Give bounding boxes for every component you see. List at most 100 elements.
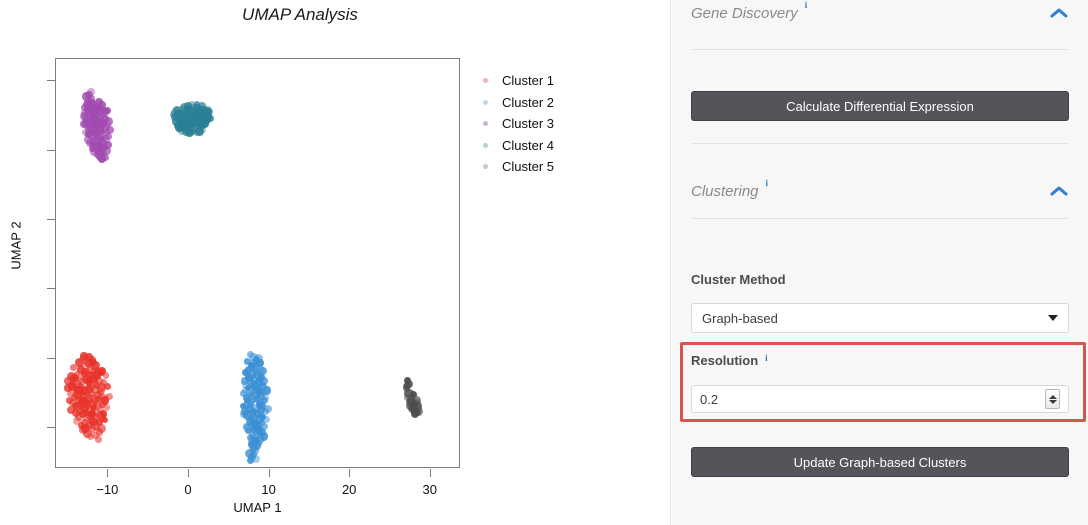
- scatter-point: [85, 377, 93, 385]
- scatter-point: [250, 392, 259, 401]
- x-tick-label: 10: [249, 482, 289, 497]
- legend-item[interactable]: Cluster 4: [480, 135, 600, 157]
- update-clusters-button[interactable]: Update Graph-based Clusters: [691, 447, 1069, 477]
- scatter-point: [79, 425, 88, 434]
- legend-item[interactable]: Cluster 1: [480, 70, 600, 92]
- control-sidebar: Gene Discovery i Calculate Differential …: [670, 0, 1088, 525]
- scatter-point: [98, 367, 106, 375]
- info-icon[interactable]: i: [805, 1, 808, 10]
- scatter-point: [245, 373, 253, 381]
- x-tick-mark: [107, 469, 108, 477]
- cluster-method-value: Graph-based: [702, 311, 778, 326]
- scatter-point: [106, 126, 114, 134]
- scatter-point: [90, 368, 97, 375]
- clustering-title: Clustering: [691, 183, 759, 200]
- scatter-point: [76, 408, 83, 415]
- calculate-differential-expression-button[interactable]: Calculate Differential Expression: [691, 91, 1069, 121]
- scatter-point: [98, 155, 106, 163]
- legend-item[interactable]: Cluster 3: [480, 113, 600, 135]
- umap-clustering-screen: UMAP Analysis UMAP 2 151050−5−10 UMAP 1 …: [0, 0, 1088, 525]
- scatter-point: [197, 124, 204, 131]
- scatter-point: [262, 394, 269, 401]
- scatter-point: [90, 421, 99, 430]
- y-axis-label: UMAP 2: [9, 221, 24, 269]
- divider: [691, 218, 1069, 219]
- scatter-point: [263, 416, 270, 423]
- legend-label: Cluster 2: [502, 95, 554, 110]
- scatter-point: [241, 407, 249, 415]
- legend-color-dot: [483, 164, 488, 169]
- scatter-point: [186, 107, 193, 114]
- scatter-point: [170, 111, 177, 118]
- scatter-point: [96, 411, 105, 420]
- spinner-updown-icon[interactable]: [1045, 389, 1060, 409]
- legend-label: Cluster 3: [502, 116, 554, 131]
- scatter-point: [95, 98, 103, 106]
- scatter-point: [104, 404, 110, 410]
- legend-color-dot: [483, 121, 488, 126]
- resolution-label: Resolution i: [691, 353, 768, 368]
- divider: [691, 143, 1069, 144]
- cluster-method-label: Cluster Method: [691, 272, 786, 287]
- chevron-down-icon[interactable]: [1048, 315, 1058, 321]
- info-icon[interactable]: i: [765, 354, 768, 363]
- clustering-header[interactable]: Clustering i: [691, 178, 1069, 204]
- legend-label: Cluster 1: [502, 73, 554, 88]
- scatter-point: [243, 424, 251, 432]
- chevron-up-icon[interactable]: [1049, 6, 1069, 20]
- scatter-point: [70, 364, 77, 371]
- spinner-up-icon[interactable]: [1049, 395, 1057, 399]
- legend-color-dot: [483, 100, 488, 105]
- scatter-point: [91, 107, 99, 115]
- scatter-point: [252, 437, 260, 445]
- x-tick-label: 0: [168, 482, 208, 497]
- x-tick-label: −10: [87, 482, 127, 497]
- chevron-up-icon[interactable]: [1049, 184, 1069, 198]
- y-tick-mark: [47, 358, 55, 359]
- x-tick-mark: [188, 469, 189, 477]
- legend-label: Cluster 5: [502, 159, 554, 174]
- x-tick-label: 20: [329, 482, 369, 497]
- x-tick-mark: [430, 469, 431, 477]
- scatter-point: [101, 396, 109, 404]
- scatter-point: [90, 395, 98, 403]
- gene-discovery-header[interactable]: Gene Discovery i: [691, 0, 1069, 26]
- cluster-method-select[interactable]: Graph-based: [691, 303, 1069, 333]
- scatter-point: [86, 386, 94, 394]
- resolution-value: 0.2: [700, 392, 718, 407]
- page-title: UMAP Analysis: [0, 5, 600, 25]
- scatter-point: [89, 146, 96, 153]
- scatter-point: [101, 107, 108, 114]
- y-tick-mark: [47, 80, 55, 81]
- scatter-point: [203, 118, 210, 125]
- scatter-point: [73, 417, 81, 425]
- scatter-point: [95, 121, 102, 128]
- scatter-point: [83, 399, 91, 407]
- scatter-plot-canvas[interactable]: [55, 58, 460, 468]
- y-tick-mark: [47, 427, 55, 428]
- scatter-point: [92, 138, 101, 147]
- y-tick-mark: [47, 219, 55, 220]
- y-tick-mark: [47, 150, 55, 151]
- x-tick-mark: [349, 469, 350, 477]
- scatter-point: [203, 106, 212, 115]
- spinner-down-icon[interactable]: [1049, 400, 1057, 404]
- legend-color-dot: [483, 143, 488, 148]
- x-tick-label: 30: [410, 482, 450, 497]
- scatter-point: [247, 457, 254, 464]
- divider: [691, 49, 1069, 50]
- legend-item[interactable]: Cluster 5: [480, 156, 600, 178]
- resolution-input[interactable]: 0.2: [691, 385, 1069, 413]
- plot-panel: UMAP Analysis UMAP 2 151050−5−10 UMAP 1 …: [0, 0, 670, 525]
- y-tick-mark: [47, 288, 55, 289]
- gene-discovery-title: Gene Discovery: [691, 5, 798, 22]
- scatter-point: [264, 405, 272, 413]
- scatter-point: [87, 433, 93, 439]
- info-icon[interactable]: i: [766, 179, 769, 188]
- scatter-point: [95, 436, 102, 443]
- scatter-point: [247, 401, 254, 408]
- legend-item[interactable]: Cluster 2: [480, 92, 600, 114]
- legend-label: Cluster 4: [502, 138, 554, 153]
- x-tick-mark: [269, 469, 270, 477]
- scatter-point: [249, 363, 258, 372]
